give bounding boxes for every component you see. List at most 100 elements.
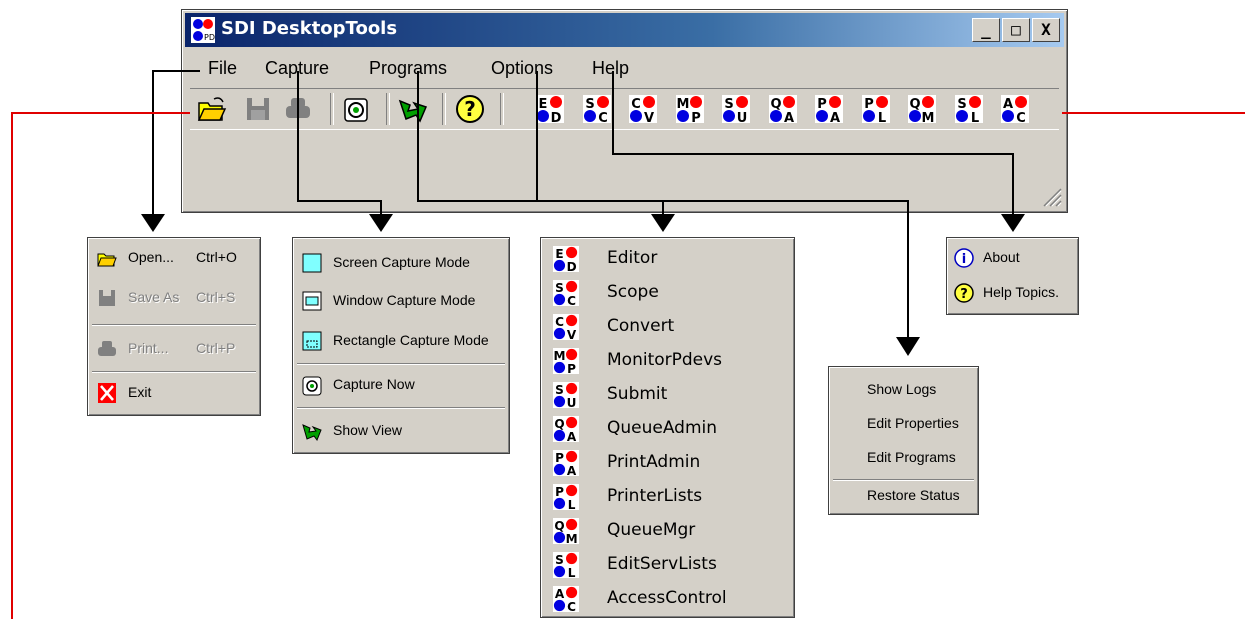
program-launcher-scope-icon[interactable]: SC (582, 95, 611, 123)
open-label: Open... (128, 249, 174, 265)
help-menu: i About ? Help Topics. (946, 237, 1079, 315)
svg-text:P: P (817, 97, 827, 112)
program-item-submit[interactable]: S U Submit (547, 380, 788, 410)
arrow-view-icon[interactable] (396, 93, 428, 125)
printer-icon[interactable] (282, 93, 314, 125)
program-item-queueadmin[interactable]: Q A QueueAdmin (547, 414, 788, 444)
print-menu-item[interactable]: Print... Ctrl+P (94, 334, 254, 364)
program-item-scope[interactable]: S C Scope (547, 278, 788, 308)
rectangle-capture-mode-item[interactable]: Rectangle Capture Mode (299, 326, 503, 356)
svg-text:M: M (553, 349, 565, 363)
program-launcher-queueadmin-icon[interactable]: QA (768, 95, 797, 123)
title-bar[interactable]: PD SDI DesktopTools _ □ X (185, 13, 1064, 47)
svg-text:L: L (877, 111, 885, 123)
program-item-editservlists[interactable]: S L EditServLists (547, 550, 788, 580)
resize-grip-icon[interactable] (1040, 185, 1062, 207)
exit-menu-item[interactable]: Exit (94, 378, 254, 408)
svg-text:PD: PD (204, 33, 215, 42)
program-launcher-editservlists-icon[interactable]: SL (954, 95, 983, 123)
submit-badge-icon: SU (553, 382, 579, 408)
toolbar-separator (442, 93, 446, 125)
program-launcher-queuemgr-icon[interactable]: QM (908, 95, 936, 123)
svg-text:Q: Q (554, 417, 564, 431)
help-topics-item[interactable]: ? Help Topics. (953, 278, 1072, 308)
program-item-monitorpdevs[interactable]: M P MonitorPdevs (547, 346, 788, 376)
svg-text:P: P (555, 451, 564, 465)
file-menu: Open... Ctrl+O Save As Ctrl+S Print... C… (87, 237, 261, 416)
program-item-convert[interactable]: C V Convert (547, 312, 788, 342)
app-window: PD SDI DesktopTools _ □ X File Capture P… (181, 9, 1068, 213)
red-x-icon (98, 383, 116, 403)
editservlists-badge-icon: SL (553, 552, 579, 578)
program-item-printadmin[interactable]: P A PrintAdmin (547, 448, 788, 478)
toolbar-separator (330, 93, 334, 125)
svg-text:?: ? (960, 287, 968, 302)
program-label: EditServLists (607, 554, 717, 574)
about-item[interactable]: i About (953, 243, 1072, 273)
program-launcher-printadmin-icon[interactable]: PA (815, 95, 843, 123)
program-launcher-convert-icon[interactable]: CV (629, 95, 657, 123)
question-mark-icon: ? (954, 283, 974, 303)
open-shortcut: Ctrl+O (196, 249, 237, 265)
print-label: Print... (128, 340, 169, 356)
capture-now-item[interactable]: Capture Now (299, 370, 503, 400)
folder-open-icon[interactable] (196, 93, 228, 125)
program-label: Convert (607, 316, 675, 336)
minimize-button[interactable]: _ (972, 18, 1000, 42)
edit-properties-label: Edit Properties (867, 415, 959, 431)
question-mark-icon[interactable]: ? (454, 93, 486, 125)
svg-text:E: E (555, 247, 563, 261)
program-launcher-submit-icon[interactable]: SU (722, 95, 750, 123)
printerlists-badge-icon: PL (553, 484, 579, 510)
svg-text:A: A (555, 587, 565, 601)
folder-open-icon (97, 253, 117, 267)
show-logs-item[interactable]: Show Logs (835, 375, 972, 405)
edit-properties-item[interactable]: Edit Properties (835, 409, 972, 439)
program-launcher-printerlists-icon[interactable]: PL (861, 95, 890, 123)
menu-help[interactable]: Help (592, 58, 629, 79)
scope-badge-icon: SC (553, 280, 579, 306)
status-bar (185, 188, 1064, 209)
restore-status-item[interactable]: Restore Status (835, 481, 972, 511)
program-launcher-editor-icon[interactable]: ED (536, 95, 564, 123)
svg-text:A: A (1003, 97, 1013, 112)
svg-text:S: S (555, 281, 564, 295)
svg-text:U: U (567, 396, 577, 408)
print-shortcut: Ctrl+P (196, 340, 236, 356)
app-icon: PD (191, 17, 215, 43)
svg-text:V: V (567, 328, 577, 340)
svg-text:A: A (830, 111, 840, 123)
window-capture-mode-item[interactable]: Window Capture Mode (299, 286, 503, 316)
maximize-button[interactable]: □ (1002, 18, 1030, 42)
program-item-queuemgr[interactable]: Q M QueueMgr (547, 516, 788, 546)
show-view-item[interactable]: Show View (299, 416, 503, 446)
svg-text:P: P (864, 97, 874, 112)
svg-text:E: E (539, 97, 548, 112)
program-item-accesscontrol[interactable]: A C AccessControl (547, 584, 788, 614)
menu-capture[interactable]: Capture (265, 58, 329, 79)
menu-options[interactable]: Options (491, 58, 553, 79)
floppy-disk-icon (99, 290, 115, 306)
monitorpdevs-badge-icon: MP (553, 348, 579, 374)
save-as-menu-item[interactable]: Save As Ctrl+S (94, 283, 254, 313)
program-label: Editor (607, 248, 658, 268)
menu-file[interactable]: File (208, 58, 237, 79)
floppy-disk-icon[interactable] (242, 93, 274, 125)
camera-icon[interactable] (340, 93, 372, 125)
program-launcher-accesscontrol-icon[interactable]: AC (1001, 95, 1029, 123)
svg-text:Q: Q (909, 97, 920, 112)
close-button[interactable]: X (1032, 18, 1060, 42)
window-title: SDI DesktopTools (221, 18, 398, 39)
svg-text:P: P (555, 485, 564, 499)
svg-text:Q: Q (554, 519, 564, 533)
program-launcher-monitorpdevs-icon[interactable]: MP (675, 95, 704, 123)
open-menu-item[interactable]: Open... Ctrl+O (94, 243, 254, 273)
menu-programs[interactable]: Programs (369, 58, 447, 79)
edit-programs-item[interactable]: Edit Programs (835, 443, 972, 473)
screen-capture-mode-item[interactable]: Screen Capture Mode (299, 248, 503, 278)
program-item-printerlists[interactable]: P L PrinterLists (547, 482, 788, 512)
editor-badge-icon: ED (553, 246, 579, 272)
queueadmin-badge-icon: QA (553, 416, 579, 442)
svg-text:C: C (567, 294, 576, 306)
program-item-editor[interactable]: E D Editor (547, 244, 788, 274)
